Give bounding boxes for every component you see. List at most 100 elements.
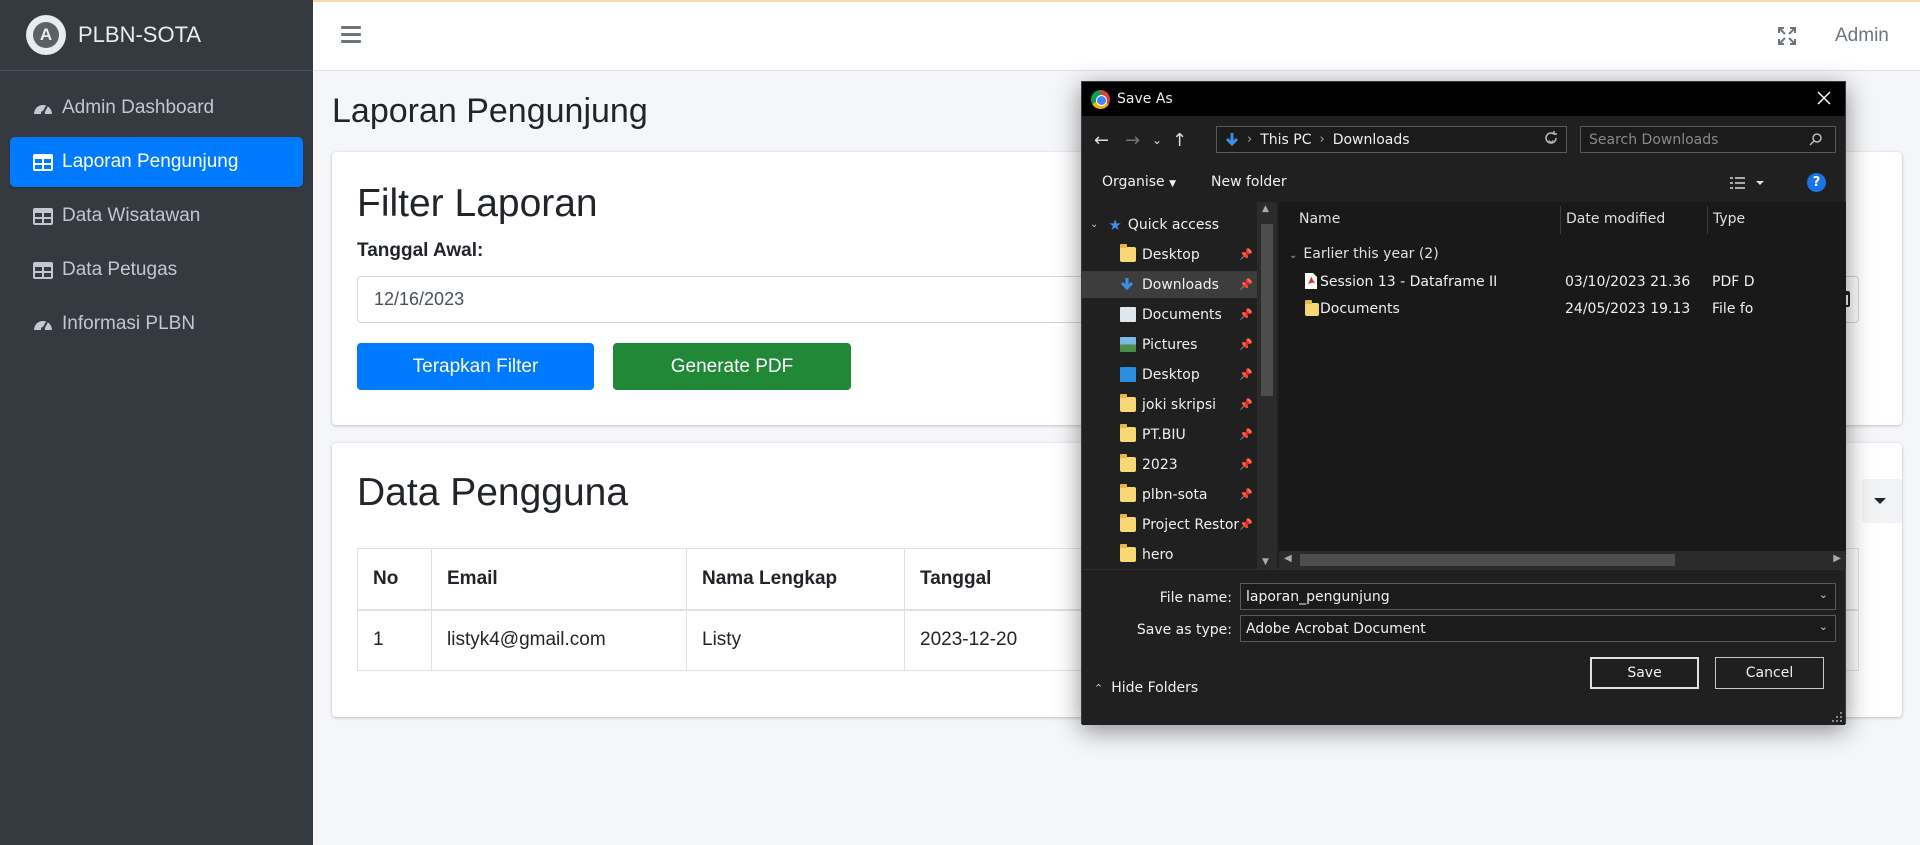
column-header-type[interactable]: Type xyxy=(1713,202,1745,236)
save-button[interactable]: Save xyxy=(1590,657,1699,689)
breadcrumb-this-pc[interactable]: This PC xyxy=(1260,132,1311,148)
pin-icon: 📌 xyxy=(1239,488,1253,501)
address-bar[interactable]: › This PC › Downloads ⌄ xyxy=(1216,126,1567,153)
folder-icon xyxy=(1120,514,1136,532)
tachometer-icon xyxy=(32,313,54,335)
column-header-nama-lengkap: Nama Lengkap xyxy=(686,548,905,611)
column-divider[interactable] xyxy=(1560,206,1561,234)
sidebar-item-informasi-plbn[interactable]: Informasi PLBN xyxy=(10,299,303,349)
scrollbar-thumb[interactable] xyxy=(1261,224,1273,396)
tree-item-pt-biu[interactable]: PT.BIU 📌 xyxy=(1082,421,1257,448)
file-date: 24/05/2023 19.13 xyxy=(1565,301,1691,317)
chevron-down-icon[interactable]: ⌄ xyxy=(1819,588,1828,601)
hide-folders-label: Hide Folders xyxy=(1111,680,1199,696)
breadcrumb-downloads[interactable]: Downloads xyxy=(1333,132,1410,148)
view-options-icon[interactable] xyxy=(1728,174,1768,192)
apply-filter-button[interactable]: Terapkan Filter xyxy=(357,343,594,390)
tree-item-label: 2023 xyxy=(1142,456,1178,473)
folder-icon xyxy=(1120,484,1136,502)
new-folder-button[interactable]: New folder xyxy=(1211,174,1287,190)
cell-nama-lengkap: Listy xyxy=(686,609,905,671)
navigation-pane: ⌄ ★ Quick access Desktop 📌 Downloads 📌 D… xyxy=(1082,202,1277,569)
tree-item-downloads[interactable]: Downloads 📌 xyxy=(1082,271,1257,298)
document-icon xyxy=(1120,307,1136,322)
recent-locations-chevron-icon[interactable]: ⌄ xyxy=(1152,133,1162,147)
refresh-icon[interactable] xyxy=(1543,130,1561,148)
help-icon[interactable]: ? xyxy=(1807,173,1826,192)
file-list-horizontal-scrollbar[interactable]: ◀ ▶ xyxy=(1279,551,1846,569)
chevron-down-icon[interactable]: ⌄ xyxy=(1819,620,1828,633)
search-input[interactable]: Search Downloads xyxy=(1580,126,1836,153)
dialog-title: Save As xyxy=(1117,91,1173,107)
fullscreen-icon[interactable] xyxy=(1777,26,1799,48)
brand-logo-letter: A xyxy=(33,22,59,48)
file-name-label: File name: xyxy=(1159,590,1232,606)
sidebar-item-data-petugas[interactable]: Data Petugas xyxy=(10,245,303,295)
scroll-left-icon[interactable]: ◀ xyxy=(1284,553,1292,564)
pin-icon: 📌 xyxy=(1239,368,1253,381)
sidebar-item-laporan-pengunjung[interactable]: Laporan Pengunjung xyxy=(10,137,303,187)
tree-item-joki-skripsi[interactable]: joki skripsi 📌 xyxy=(1082,391,1257,418)
column-header-name[interactable]: Name xyxy=(1299,202,1340,236)
tree-item-project-restor[interactable]: Project Restor 📌 xyxy=(1082,511,1257,538)
save-as-type-label: Save as type: xyxy=(1136,622,1232,638)
tree-item-desktop[interactable]: Desktop 📌 xyxy=(1082,241,1257,268)
start-date-value: 12/16/2023 xyxy=(374,289,465,309)
table-icon xyxy=(32,205,54,227)
scroll-up-icon[interactable]: ▲ xyxy=(1262,204,1269,214)
file-name-input[interactable]: laporan_pengunjung ⌄ xyxy=(1240,583,1836,610)
scroll-down-icon[interactable]: ▼ xyxy=(1262,557,1269,567)
chevron-down-icon: ⌄ xyxy=(1090,219,1099,230)
hide-folders-toggle[interactable]: ⌃ Hide Folders xyxy=(1094,680,1198,696)
brand-logo: A xyxy=(26,15,66,55)
tree-item-2023[interactable]: 2023 📌 xyxy=(1082,451,1257,478)
list-item[interactable]: Session 13 - Dataframe II 03/10/2023 21.… xyxy=(1279,269,1846,296)
list-item[interactable]: Documents 24/05/2023 19.13 File fo xyxy=(1279,296,1846,323)
organise-menu[interactable]: Organise ▼ xyxy=(1102,174,1176,190)
sidebar-item-label: Data Petugas xyxy=(62,259,178,280)
folder-icon xyxy=(1120,454,1136,472)
save-as-type-select[interactable]: Adobe Acrobat Document ⌄ xyxy=(1240,615,1836,642)
download-icon xyxy=(1225,132,1239,146)
scroll-right-icon[interactable]: ▶ xyxy=(1833,553,1841,564)
download-icon xyxy=(1120,277,1136,292)
close-icon[interactable] xyxy=(1815,89,1835,109)
hamburger-menu-icon[interactable] xyxy=(341,26,361,44)
tree-item-pictures[interactable]: Pictures 📌 xyxy=(1082,331,1257,358)
cancel-button[interactable]: Cancel xyxy=(1715,657,1824,689)
tree-item-label: Desktop xyxy=(1142,366,1200,383)
scrollbar-thumb[interactable] xyxy=(1300,554,1675,566)
start-date-label: Tanggal Awal: xyxy=(357,240,484,261)
navigation-scrollbar[interactable]: ▲ ▼ xyxy=(1257,202,1277,569)
user-menu[interactable]: Admin xyxy=(1835,25,1889,47)
column-header-date-modified[interactable]: Date modified xyxy=(1566,202,1665,236)
sidebar-item-label: Laporan Pengunjung xyxy=(62,151,239,172)
data-card-title: Data Pengguna xyxy=(357,471,629,514)
tree-item-plbn-sota[interactable]: plbn-sota 📌 xyxy=(1082,481,1257,508)
sidebar-item-data-wisatawan[interactable]: Data Wisatawan xyxy=(10,191,303,241)
folder-icon xyxy=(1305,300,1319,316)
folder-icon xyxy=(1120,544,1136,562)
tree-item-desktop-2[interactable]: Desktop 📌 xyxy=(1082,361,1257,388)
dialog-titlebar[interactable]: Save As xyxy=(1082,82,1845,116)
generate-pdf-button[interactable]: Generate PDF xyxy=(613,343,851,390)
address-row: ← → ⌄ ↑ › This PC › Downloads ⌄ Search D… xyxy=(1082,116,1845,162)
tree-item-documents[interactable]: Documents 📌 xyxy=(1082,301,1257,328)
sidebar-nav: Admin Dashboard Laporan Pengunjung Data … xyxy=(0,71,313,349)
tree-item-label: plbn-sota xyxy=(1142,486,1208,503)
tree-item-hero[interactable]: hero xyxy=(1082,541,1257,568)
column-divider[interactable] xyxy=(1707,206,1708,234)
table-icon xyxy=(32,259,54,281)
sidebar-item-label: Data Wisatawan xyxy=(62,205,201,226)
tree-item-quick-access[interactable]: ⌄ ★ Quick access xyxy=(1082,211,1257,238)
forward-arrow-icon[interactable]: → xyxy=(1125,130,1140,151)
folder-icon xyxy=(1120,424,1136,442)
brand[interactable]: A PLBN-SOTA xyxy=(0,0,313,71)
up-arrow-icon[interactable]: ↑ xyxy=(1172,130,1187,151)
resize-grip-icon[interactable] xyxy=(1831,711,1843,723)
back-arrow-icon[interactable]: ← xyxy=(1094,130,1109,151)
card-dropdown-toggle[interactable] xyxy=(1862,479,1902,523)
column-header-no: No xyxy=(357,548,432,611)
file-group-header[interactable]: ⌄ Earlier this year (2) xyxy=(1289,246,1439,262)
sidebar-item-admin-dashboard[interactable]: Admin Dashboard xyxy=(10,83,303,133)
